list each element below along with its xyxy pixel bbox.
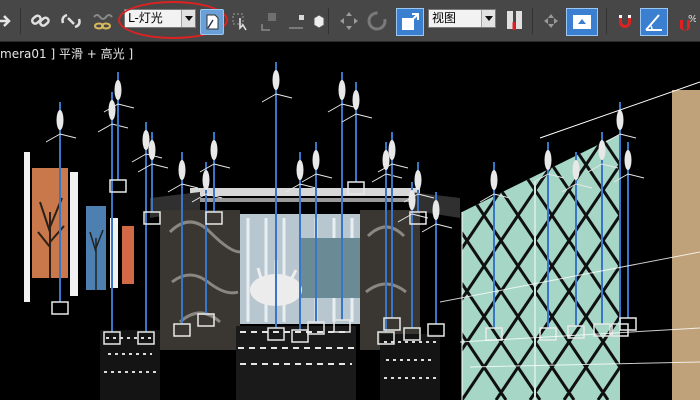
light-source-glyph bbox=[296, 160, 304, 180]
light-source-glyph bbox=[178, 160, 186, 180]
toolbar-separator bbox=[606, 8, 607, 34]
light-source-glyph bbox=[544, 150, 552, 170]
reference-coord-dropdown[interactable]: 视图 bbox=[428, 9, 496, 28]
reference-coord-value: 视图 bbox=[432, 11, 457, 25]
label-bracket: ] bbox=[128, 47, 134, 61]
snap-percent-icon[interactable]: % bbox=[672, 6, 698, 36]
light-target-box bbox=[51, 301, 69, 315]
light-source-glyph bbox=[148, 140, 156, 160]
light-source-glyph bbox=[408, 190, 416, 210]
snap-angle-icon[interactable] bbox=[640, 8, 668, 36]
chevron-down-icon[interactable] bbox=[181, 10, 195, 27]
toolbar-separator bbox=[532, 8, 533, 34]
viewport-label[interactable]: mera01 ] 平滑 + 高光 ] bbox=[0, 45, 133, 62]
light-source-glyph bbox=[272, 70, 280, 90]
light-source-glyph bbox=[56, 110, 64, 130]
light-source-glyph bbox=[142, 130, 150, 150]
selection-set-dropdown[interactable]: L-灯光 bbox=[124, 9, 196, 28]
camera-name[interactable]: mera01 bbox=[0, 47, 47, 61]
light-source-glyph bbox=[624, 150, 632, 170]
light-source-glyph bbox=[108, 100, 116, 120]
pivot-center-icon[interactable] bbox=[502, 6, 528, 36]
chevron-down-icon[interactable] bbox=[481, 10, 495, 27]
shading-mode[interactable]: 平滑 + 高光 bbox=[59, 47, 125, 61]
dining-table bbox=[100, 326, 440, 400]
light-source-glyph bbox=[210, 140, 218, 160]
light-source-glyph bbox=[616, 110, 624, 130]
light-source-glyph bbox=[312, 150, 320, 170]
scale-icon[interactable] bbox=[396, 8, 424, 36]
unlink-icon[interactable] bbox=[58, 6, 84, 36]
light-source-glyph bbox=[338, 80, 346, 100]
select-object-icon[interactable] bbox=[200, 9, 224, 35]
light-source-glyph bbox=[388, 140, 396, 160]
light-source-glyph bbox=[432, 200, 440, 220]
render-frame-icon[interactable] bbox=[566, 8, 598, 36]
light-source-glyph bbox=[114, 80, 122, 100]
toolbar-separator bbox=[20, 8, 21, 34]
move-icon[interactable] bbox=[336, 6, 362, 36]
camera-viewport[interactable]: mera01 ] 平滑 + 高光 ] bbox=[0, 42, 700, 400]
toolbar-separator bbox=[328, 8, 329, 34]
selection-set-value: L-灯光 bbox=[128, 11, 163, 25]
bind-space-warp-icon[interactable] bbox=[90, 6, 116, 36]
light-source-glyph bbox=[572, 160, 580, 180]
select-region-icon[interactable] bbox=[228, 6, 254, 36]
mirror-icon[interactable] bbox=[538, 6, 564, 36]
main-toolbar: L-灯光 视图 % bbox=[0, 0, 700, 42]
light-source-glyph bbox=[414, 170, 422, 190]
light-source-glyph bbox=[352, 90, 360, 110]
window-crossing-icon[interactable] bbox=[256, 6, 282, 36]
light-source-glyph bbox=[202, 170, 210, 190]
light-source-glyph bbox=[490, 170, 498, 190]
link-icon[interactable] bbox=[28, 6, 54, 36]
light-source-glyph bbox=[598, 140, 606, 160]
svg-text:%: % bbox=[688, 14, 696, 25]
rotate-icon[interactable] bbox=[364, 6, 390, 36]
arrow-right-icon[interactable] bbox=[0, 6, 18, 36]
scene-render bbox=[24, 62, 700, 400]
label-bracket: ] bbox=[50, 47, 56, 61]
magnet-icon[interactable] bbox=[612, 6, 638, 36]
